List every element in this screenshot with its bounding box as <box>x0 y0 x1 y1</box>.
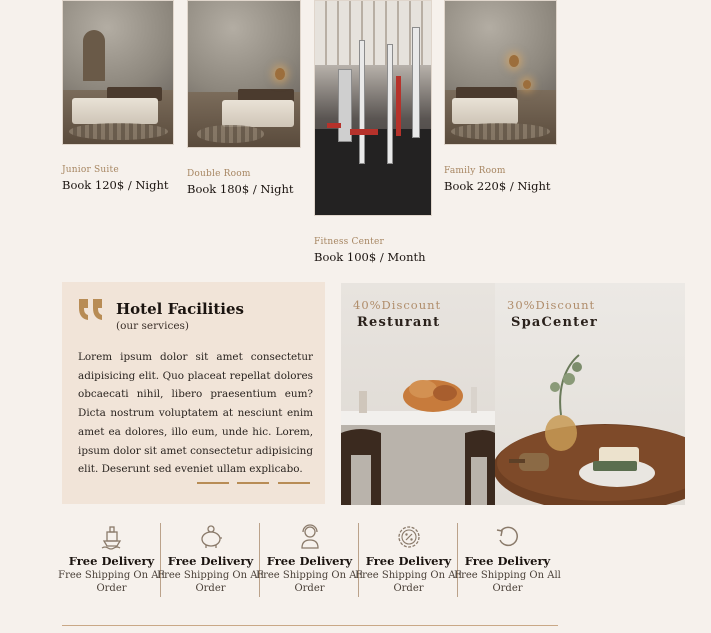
feature-item: Free Delivery Free Shipping On All Order <box>58 523 165 597</box>
piggy-bank-icon <box>201 525 222 548</box>
feature-title: Free Delivery <box>266 554 353 568</box>
feature-description: Free Shipping On All Order <box>355 570 462 594</box>
support-agent-icon <box>301 524 319 549</box>
room-card-junior-suite[interactable] <box>62 0 174 145</box>
room-card-double-room[interactable] <box>187 0 301 148</box>
promo-restaurant[interactable]: 40%Discount Resturant <box>341 283 495 505</box>
room-name: Double Room <box>187 169 251 179</box>
room-photo <box>314 0 432 216</box>
room-photo <box>444 0 557 145</box>
room-price: Book 100$ / Month <box>314 250 426 264</box>
section-divider <box>62 625 558 626</box>
facilities-title: Hotel Facilities <box>116 300 244 318</box>
return-arrow-icon <box>496 526 518 547</box>
feature-title: Free Delivery <box>167 554 254 568</box>
feature-description: Free Shipping On All Order <box>454 570 561 594</box>
room-price: Book 180$ / Night <box>187 182 294 196</box>
facilities-subtitle: (our services) <box>116 320 190 332</box>
feature-item: Free Delivery Free Shipping On All Order <box>157 523 264 597</box>
percent-badge-icon <box>398 526 420 548</box>
room-photo <box>62 0 174 145</box>
feature-item: Free Delivery Free Shipping On All Order <box>454 523 561 595</box>
feature-title: Free Delivery <box>68 554 155 568</box>
quote-icon <box>79 299 102 320</box>
feature-description: Free Shipping On All Order <box>256 570 363 594</box>
promo-title: Resturant <box>357 315 441 330</box>
room-card-fitness-center[interactable] <box>314 0 432 216</box>
facilities-description: Lorem ipsum dolor sit amet consectetur a… <box>78 351 313 476</box>
room-name: Junior Suite <box>62 165 119 175</box>
room-name: Fitness Center <box>314 237 385 247</box>
feature-description: Free Shipping On All Order <box>58 570 165 594</box>
room-photo <box>187 0 301 148</box>
ship-icon <box>101 526 122 550</box>
room-price: Book 120$ / Night <box>62 178 169 192</box>
feature-description: Free Shipping On All Order <box>157 570 264 594</box>
slider-dot[interactable] <box>237 482 269 484</box>
feature-item: Free Delivery Free Shipping On All Order <box>256 523 363 597</box>
room-name: Family Room <box>444 166 506 176</box>
room-card-family-room[interactable] <box>444 0 557 145</box>
feature-item: Free Delivery Free Shipping On All Order <box>355 523 462 597</box>
promo-discount: 30%Discount <box>507 298 596 312</box>
slider-dot[interactable] <box>278 482 310 484</box>
promo-spa-center[interactable]: 30%Discount SpaCenter <box>495 283 685 505</box>
hotel-facilities-card: Hotel Facilities (our services) Lorem ip… <box>62 282 325 504</box>
room-price: Book 220$ / Night <box>444 179 551 193</box>
slider-dot[interactable] <box>197 482 229 484</box>
promo-discount: 40%Discount <box>353 298 442 312</box>
feature-title: Free Delivery <box>365 554 452 568</box>
promo-title: SpaCenter <box>511 315 598 330</box>
feature-title: Free Delivery <box>464 554 551 568</box>
